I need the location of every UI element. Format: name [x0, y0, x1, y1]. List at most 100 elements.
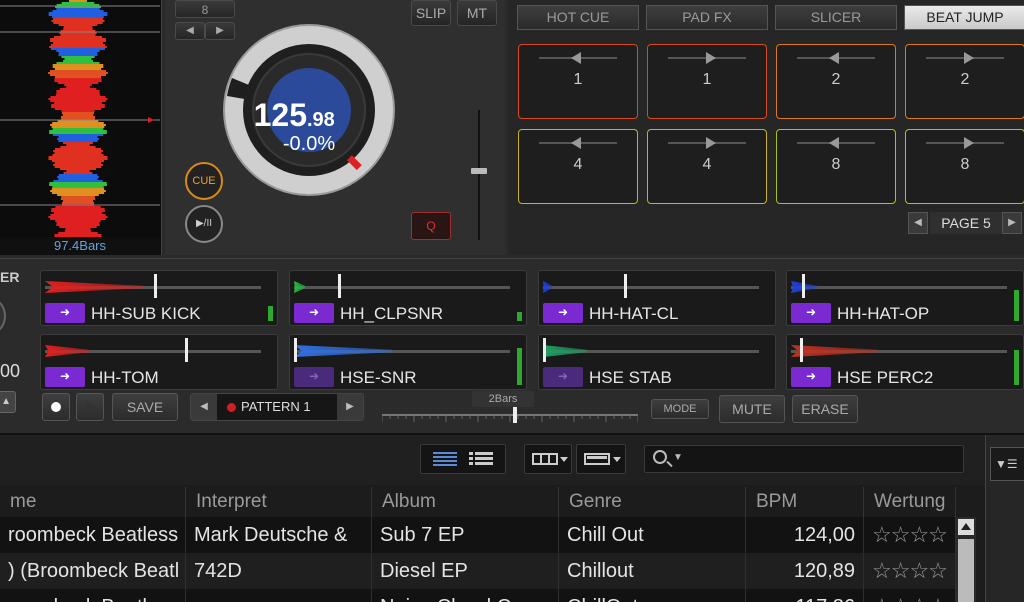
playhead-marker[interactable] [802, 274, 805, 298]
layout-menu-button[interactable] [524, 444, 572, 474]
volume-knob[interactable] [0, 299, 6, 333]
list-view-icon[interactable] [421, 445, 507, 473]
cue-button[interactable]: CUE [185, 162, 223, 200]
pitch-slider-track[interactable] [478, 110, 480, 240]
page-selector: ◀ PAGE 5 ▶ [908, 212, 1024, 234]
scroll-thumb[interactable] [958, 539, 974, 602]
scroll-up-button[interactable] [958, 519, 974, 535]
pad-number: 2 [960, 71, 970, 88]
assign-arrow-button[interactable]: ➜ [791, 367, 831, 387]
expand-up-button[interactable]: ▲ [0, 391, 16, 413]
erase-button[interactable]: ERASE [792, 395, 858, 423]
sampler-slot[interactable]: ➜ HH_CLPSNR [289, 270, 527, 326]
track-row[interactable]: ) (Broombeck Beatl 742D Diesel EP Chillout 1… [0, 553, 956, 589]
sampler-slot[interactable]: ➜ HSE-SNR [289, 334, 527, 390]
waveform-slice [54, 80, 102, 82]
playhead-marker[interactable] [800, 338, 803, 362]
column-header[interactable]: Album [372, 487, 559, 517]
beat-jump-pad[interactable]: 1 [518, 44, 638, 119]
beat-jump-pad[interactable]: 2 [905, 44, 1024, 119]
assign-arrow-button[interactable]: ➜ [45, 367, 85, 387]
sampler-slot[interactable]: ➜ HSE PERC2 [786, 334, 1024, 390]
sampler-slot[interactable]: ➜ HH-TOM [40, 334, 278, 390]
track-row[interactable]: roombeck Beatless Mark Deutsche & Sub 7 EP… [0, 517, 956, 553]
save-button[interactable]: SAVE [112, 393, 178, 421]
waveform-slice [54, 234, 102, 236]
playhead-marker[interactable] [185, 338, 188, 362]
assign-arrow-button[interactable]: ➜ [791, 303, 831, 323]
mode-button[interactable]: MODE [651, 399, 709, 419]
track-row[interactable]: roombeck BeatlessexpanseNoise Chord Cons… [0, 589, 956, 602]
rating-stars[interactable]: ☆☆☆☆ [864, 553, 956, 589]
beat-jump-pad[interactable]: 8 [905, 129, 1024, 204]
slip-button[interactable]: SLIP [411, 0, 451, 26]
pad-tab[interactable]: SLICER [775, 5, 897, 30]
pattern-selector[interactable]: ◀ PATTERN 1 ▶ [190, 393, 364, 421]
sampler-play-button[interactable] [76, 393, 104, 421]
pitch-slider-handle[interactable] [471, 168, 487, 174]
waveform-slice [69, 0, 87, 2]
assign-arrow-button[interactable]: ➜ [45, 303, 85, 323]
waveform-slice [48, 14, 108, 16]
search-dropdown-icon[interactable]: ▼ [673, 452, 683, 463]
column-header[interactable]: Interpret [186, 487, 372, 517]
column-header[interactable]: Wertung [864, 487, 956, 517]
column-header[interactable]: Genre [559, 487, 746, 517]
waveform-slice [58, 232, 98, 234]
beat-jump-pad[interactable]: 8 [776, 129, 896, 204]
playhead-marker[interactable] [624, 274, 627, 298]
pattern-prev-button[interactable]: ◀ [191, 394, 217, 420]
browser-scrollbar[interactable] [956, 517, 976, 602]
beat-jump-pad[interactable]: 4 [647, 129, 767, 204]
playhead-marker[interactable] [543, 338, 546, 362]
record-button[interactable] [42, 393, 70, 421]
assign-arrow-button[interactable]: ➜ [294, 303, 334, 323]
assign-arrow-button[interactable]: ➜ [543, 367, 583, 387]
search-box[interactable]: ▼ [644, 445, 964, 473]
vertical-waveform[interactable]: 97.4Bars [0, 0, 162, 255]
search-input[interactable] [689, 448, 959, 470]
sampler-slot[interactable]: ➜ HSE STAB [538, 334, 776, 390]
rating-stars[interactable]: ☆☆☆☆ [864, 517, 956, 553]
playhead-marker[interactable] [338, 274, 341, 298]
pattern-length-handle[interactable] [513, 407, 517, 423]
deck-panel: 97.4Bars 8 ◀ ▶ SLIP MT 125 .98 -0.0% CUE… [0, 0, 1024, 258]
assign-arrow-button[interactable]: ➜ [543, 303, 583, 323]
pad-tab[interactable]: BEAT JUMP [904, 5, 1024, 30]
waveform-slice [61, 202, 95, 204]
pad-number: 8 [831, 156, 841, 173]
assign-arrow-button[interactable]: ➜ [294, 367, 334, 387]
sampler-slot[interactable]: ➜ HH-HAT-OP [786, 270, 1024, 326]
cell-title: ) (Broombeck Beatl [0, 553, 186, 589]
slider-ticks [382, 415, 638, 422]
column-header[interactable]: BPM [746, 487, 864, 517]
waveform-slice [53, 22, 103, 24]
waveform-slice [64, 58, 92, 60]
mute-button[interactable]: MUTE [719, 395, 785, 423]
loop-size-decrease-button[interactable]: ◀ [175, 22, 205, 40]
page-next-button[interactable]: ▶ [1002, 212, 1022, 234]
beat-jump-pad[interactable]: 4 [518, 129, 638, 204]
sampler-slot[interactable]: ➜ HH-HAT-CL [538, 270, 776, 326]
pattern-next-button[interactable]: ▶ [337, 394, 363, 420]
quantize-button[interactable]: Q [411, 212, 451, 240]
play-pause-button[interactable]: ▶/II [185, 205, 223, 243]
waveform-slice [53, 42, 103, 44]
pad-tab[interactable]: PAD FX [646, 5, 768, 30]
side-panel-menu-button[interactable]: ▼☰ [990, 447, 1024, 481]
sampler-slot[interactable]: ➜ HH-SUB KICK [40, 270, 278, 326]
beat-jump-pad[interactable]: 2 [776, 44, 896, 119]
jog-wheel[interactable]: 125 .98 -0.0% [223, 8, 395, 232]
master-tempo-button[interactable]: MT [457, 0, 497, 26]
page-prev-button[interactable]: ◀ [908, 212, 928, 234]
waveform-slice [54, 102, 102, 104]
playhead-marker[interactable] [154, 274, 157, 298]
column-header[interactable]: me [0, 487, 186, 517]
beat-jump-pad[interactable]: 1 [647, 44, 767, 119]
pad-tab[interactable]: HOT CUE [517, 5, 639, 30]
waveform-slice [54, 78, 102, 80]
rating-stars[interactable]: ☆☆☆☆ [864, 589, 956, 602]
waveform-slice [60, 34, 96, 36]
panel-menu-button[interactable] [576, 444, 626, 474]
playhead-marker[interactable] [294, 338, 297, 362]
